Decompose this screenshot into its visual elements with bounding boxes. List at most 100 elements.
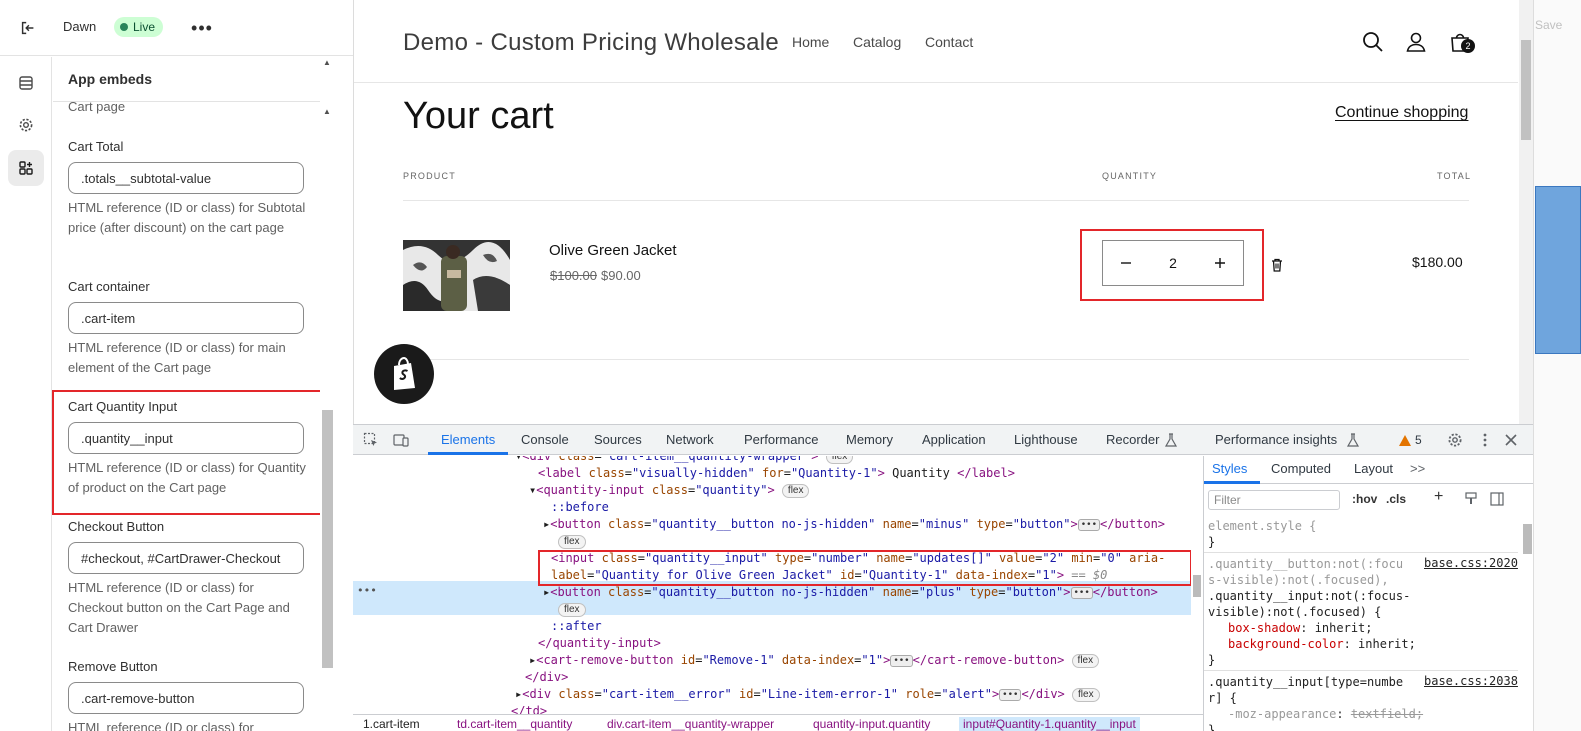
store-logo[interactable]: Demo - Custom Pricing Wholesale [403,29,779,57]
exit-button[interactable] [14,14,42,42]
paint-icon[interactable] [1464,492,1478,506]
dom-line-plus-button[interactable]: ▸<button class="quantity__button no-js-h… [543,584,1158,601]
remove-button-label: Remove Button [68,659,158,674]
breadcrumb-4[interactable]: quantity-input.quantity [813,717,930,731]
cart-container-help: HTML reference (ID or class) for main el… [68,340,286,375]
app-embeds-button[interactable] [8,150,44,186]
node-menu-dots[interactable]: ••• [357,583,377,600]
dom-line-wrapper[interactable]: ▾<div class="cart-item__quantity-wrapper… [515,456,854,465]
rule-3-selector[interactable]: .quantity__input[type=numbe r] { [1208,674,1420,706]
dom-line-minus-button[interactable]: ▸<button class="quantity__button no-js-h… [543,516,1165,533]
panel-scrollbar-thumb[interactable] [322,410,333,668]
sidebar-toggle-icon[interactable] [1490,492,1504,506]
rule-element-style[interactable]: element.style { [1208,518,1316,534]
nav-contact[interactable]: Contact [925,34,973,50]
tab-performance[interactable]: Performance [744,432,818,447]
styles-scrollbar-thumb[interactable] [1523,524,1532,554]
tab-performance-insights[interactable]: Performance insights [1215,432,1337,447]
hov-toggle[interactable]: :hov [1352,492,1377,506]
tab-memory[interactable]: Memory [846,432,893,447]
rule-element-style-close: } [1208,535,1216,549]
tab-recorder[interactable]: Recorder [1106,432,1159,447]
decl-box-shadow[interactable]: box-shadow: inherit; [1228,620,1373,636]
dom-tree-scrollbar-thumb[interactable] [1193,575,1201,597]
kebab-menu-icon[interactable] [1477,432,1493,448]
tab-console[interactable]: Console [521,432,569,447]
dom-line-input-2[interactable]: label="Quantity for Olive Green Jacket" … [551,567,1107,584]
source-link-2020[interactable]: base.css:2020 [1424,556,1518,570]
breadcrumb-2[interactable]: td.cart-item__quantity [457,717,572,731]
cart-quantity-input-field[interactable]: .quantity__input [68,422,304,454]
cart-container-input[interactable]: .cart-item [68,302,304,334]
dom-line-close-quantity-input[interactable]: </quantity-input> [538,635,661,652]
nav-catalog[interactable]: Catalog [853,34,901,50]
device-toolbar-icon[interactable] [393,432,409,448]
inspect-element-icon[interactable] [363,432,379,448]
decl-background-color[interactable]: background-color: inherit; [1228,636,1416,652]
dom-line-label[interactable]: <label class="visually-hidden" for="Quan… [538,465,1015,482]
dom-line-quantity-input[interactable]: ▾<quantity-input class="quantity"> flex [529,482,810,499]
tab-layout[interactable]: Layout [1354,461,1393,476]
tab-sources[interactable]: Sources [594,432,642,447]
quantity-minus-button[interactable] [1113,250,1139,276]
continue-shopping-link[interactable]: Continue shopping [1335,104,1468,122]
checkout-button-input[interactable]: #checkout, #CartDrawer-Checkout [68,542,304,574]
dom-line-after[interactable]: ::after [551,618,602,635]
search-icon[interactable] [1361,30,1385,54]
tab-application[interactable]: Application [922,432,986,447]
live-dot-icon [120,23,128,31]
dom-line-before[interactable]: ::before [551,499,609,516]
tab-styles[interactable]: Styles [1212,461,1247,476]
account-icon[interactable] [1404,30,1428,54]
scroll-up-arrow-icon-2[interactable]: ▲ [323,107,331,116]
minus-icon [1121,262,1131,264]
column-quantity: QUANTITY [1102,171,1158,181]
rule-2-selector[interactable]: .quantity__input:not(:focus- visible):no… [1208,588,1424,620]
dom-line-close-div[interactable]: </div> [525,669,568,686]
dom-line-input-1[interactable]: <input class="quantity__input" type="num… [551,550,1165,567]
gear-icon [19,118,33,132]
settings-gear-icon[interactable] [1447,432,1463,448]
cart-total-input[interactable]: .totals__subtotal-value [68,162,304,194]
decl-moz-appearance[interactable]: -moz-appearance: textfield; [1228,706,1423,722]
dom-line-close-td[interactable]: </td> [511,703,547,714]
save-button[interactable]: Save [1535,18,1562,32]
tab-elements[interactable]: Elements [441,432,495,447]
tab-computed[interactable]: Computed [1271,461,1331,476]
dom-line-remove-button[interactable]: ▸<cart-remove-button id="Remove-1" data-… [529,652,1100,669]
app-embeds-panel: App embeds Cart page Cart Total .totals_… [53,57,335,731]
trash-icon[interactable] [1269,257,1285,273]
warnings-counter[interactable]: 5 [1399,433,1422,447]
remove-button-help: HTML reference (ID or class) for [68,720,254,731]
remove-button-input[interactable]: .cart-remove-button [68,682,304,714]
new-rule-icon[interactable]: + [1434,488,1443,506]
dom-flex-pill-1: flex [558,533,586,550]
nav-home[interactable]: Home [792,34,829,50]
preview-scrollbar-thumb[interactable] [1521,40,1531,140]
cart-quantity-input-label: Cart Quantity Input [68,399,178,414]
breadcrumb-5[interactable]: input#Quantity-1.quantity__input [959,717,1140,731]
breadcrumb-1[interactable]: 1.cart-item [363,717,420,731]
cart-count-badge: 2 [1461,39,1475,53]
more-actions-button[interactable]: ••• [188,14,216,42]
quantity-input[interactable]: 2 [1169,255,1177,271]
scroll-up-arrow-icon[interactable]: ▲ [323,58,331,67]
tab-network[interactable]: Network [666,432,714,447]
quantity-plus-button[interactable] [1207,250,1233,276]
more-tabs-icon[interactable]: >> [1410,461,1425,476]
source-link-2038[interactable]: base.css:2038 [1424,674,1518,688]
tab-lighthouse[interactable]: Lighthouse [1014,432,1078,447]
exit-icon [21,21,34,35]
breadcrumb-3[interactable]: div.cart-item__quantity-wrapper [607,717,774,731]
styles-filter-input[interactable]: Filter [1208,490,1340,510]
rule-2-selector-dim[interactable]: .quantity__button:not(:focu s-visible):n… [1208,556,1420,588]
dom-line-error-div[interactable]: ▸<div class="cart-item__error" id="Line-… [515,686,1100,703]
cls-toggle[interactable]: .cls [1386,492,1406,506]
product-thumbnail[interactable] [403,240,510,311]
shopify-badge[interactable] [374,344,434,404]
right-edge-panel [1533,0,1581,731]
sections-button[interactable] [8,65,44,101]
close-devtools-icon[interactable] [1503,432,1519,448]
theme-settings-button[interactable] [8,107,44,143]
product-name[interactable]: Olive Green Jacket [549,242,677,259]
